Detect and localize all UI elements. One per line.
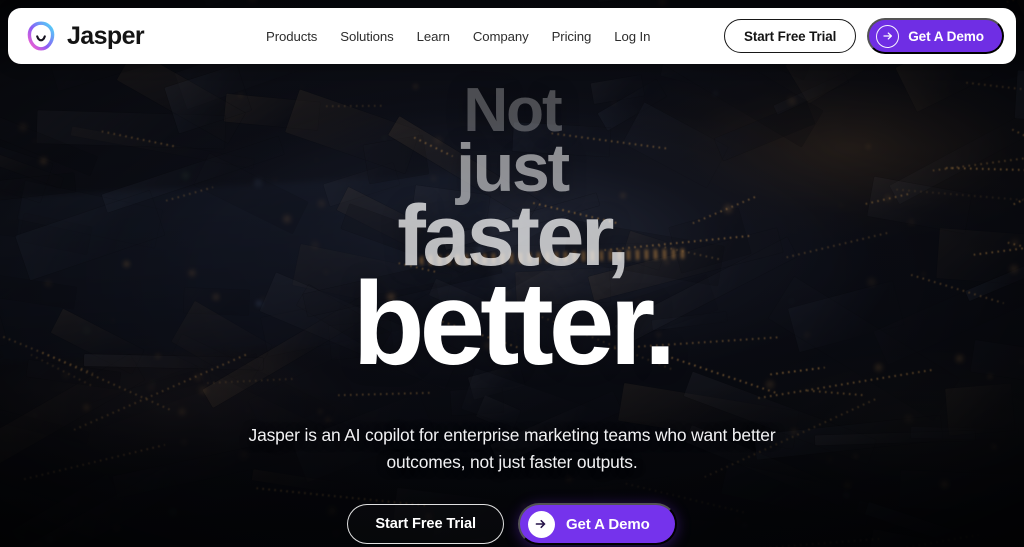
arrow-right-circle-icon [527,510,555,538]
site-header: Jasper Products Solutions Learn Company … [8,8,1016,64]
hero-section: Not just faster, better. Jasper is an AI… [0,64,1024,547]
nav-link-solutions[interactable]: Solutions [340,29,393,44]
nav-link-log-in[interactable]: Log In [614,29,650,44]
nav-link-products[interactable]: Products [266,29,317,44]
header-get-a-demo-label: Get A Demo [908,28,984,44]
arrow-right-circle-icon [876,24,900,48]
header-start-free-trial-button[interactable]: Start Free Trial [724,19,857,53]
nav-link-learn[interactable]: Learn [417,29,450,44]
main-navigation: Products Solutions Learn Company Pricing… [266,29,650,44]
brand-name: Jasper [67,21,145,50]
brand-logo[interactable]: Jasper [26,21,145,51]
header-actions: Start Free Trial Get A Demo [724,18,1004,54]
jasper-smile-logo-icon [26,21,56,51]
hero-get-a-demo-label: Get A Demo [565,515,650,533]
hero-actions: Start Free Trial Get A Demo [347,503,677,546]
header-get-a-demo-button[interactable]: Get A Demo [867,18,1004,54]
hero-start-free-trial-button[interactable]: Start Free Trial [347,504,504,545]
headline-line-4: better. [352,257,676,390]
hero-subtitle: Jasper is an AI copilot for enterprise m… [248,425,776,472]
nav-link-company[interactable]: Company [473,29,529,44]
nav-link-pricing[interactable]: Pricing [552,29,592,44]
hero-get-a-demo-button[interactable]: Get A Demo [517,503,677,546]
page-root: Jasper Products Solutions Learn Company … [0,0,1024,547]
